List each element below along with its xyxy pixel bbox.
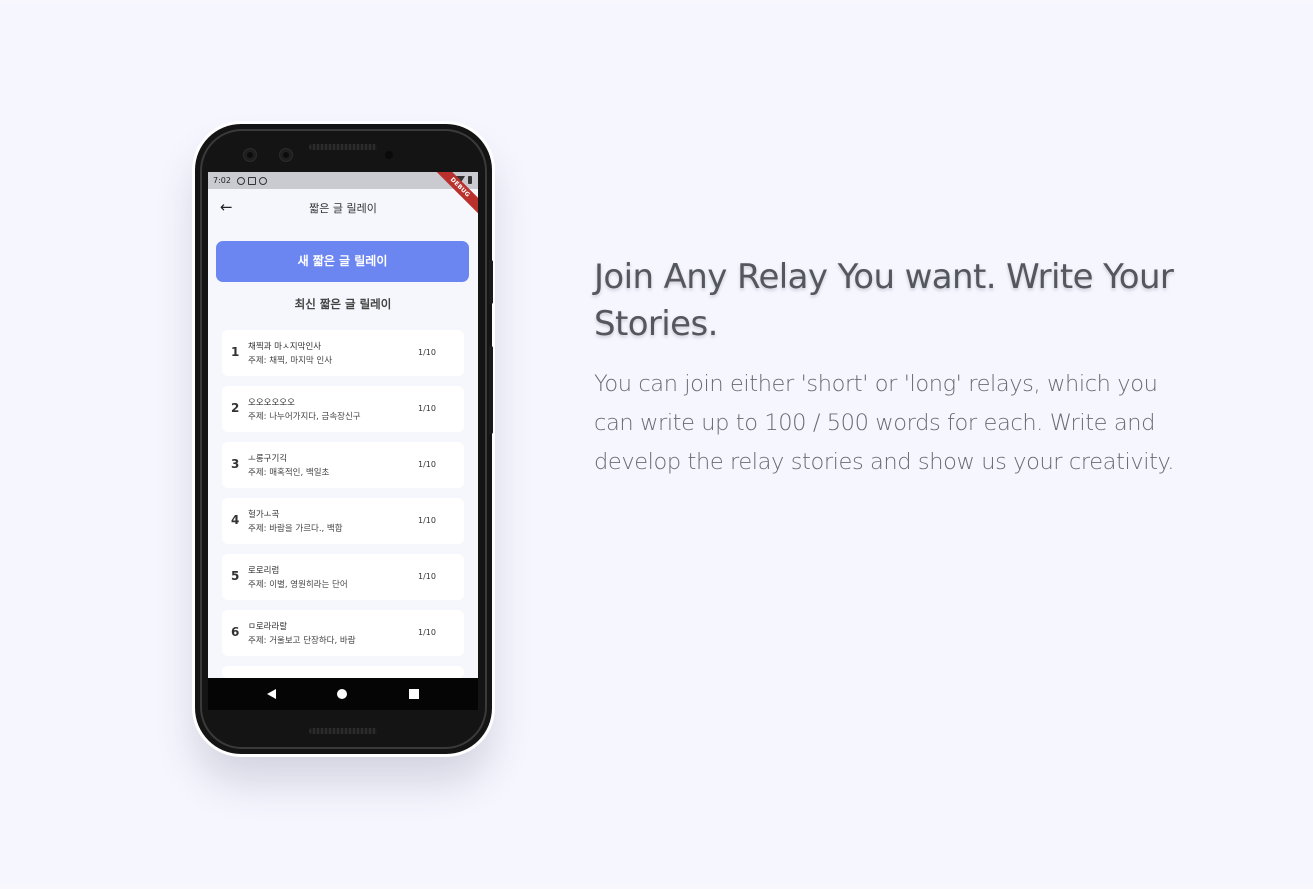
status-time: 7:02	[213, 176, 231, 185]
relay-number: 6	[231, 625, 240, 639]
relay-title: 오오오오오오	[248, 398, 295, 408]
notification-circle-icon	[258, 176, 267, 185]
relay-list-item[interactable]: 6 ㅁ로라라랄 주제: 거울보고 단장하다, 바람 1/10	[222, 610, 464, 656]
relay-title: 채찍과 마ㅅ지막인사	[248, 342, 322, 352]
relay-number: 2	[231, 401, 240, 415]
arrow-left-icon[interactable]: ←	[220, 199, 236, 215]
relay-topic: 주제: 나누어가지다, 금속장신구	[248, 412, 361, 422]
relay-list-item[interactable]: 5 로로리럼 주제: 이별, 영원히라는 단어 1/10	[222, 554, 464, 600]
new-short-relay-button[interactable]: 새 짧은 글 릴레이	[216, 241, 469, 282]
notification-icons	[236, 176, 267, 185]
status-bar: 7:02 DEBUG	[208, 172, 478, 215]
relay-topic: 주제: 바람을 가르다., 백합	[248, 524, 343, 534]
relay-number: 3	[231, 457, 240, 471]
relay-topic: 주제: 거울보고 단장하다, 바람	[248, 636, 356, 646]
battery-icon	[468, 176, 472, 184]
relay-list-item-partial[interactable]	[222, 666, 464, 678]
app-bar-title: 짧은 글 릴레이	[309, 202, 377, 215]
section-title: 최신 짧은 글 릴레이	[294, 297, 392, 311]
nav-back-icon[interactable]	[266, 689, 276, 699]
volume-button	[489, 260, 493, 304]
relay-title: ㅗ롱구기긱	[248, 454, 288, 464]
relay-list-item[interactable]: 1 채찍과 마ㅅ지막인사 주제: 채찍, 마지막 인사 1/10	[222, 330, 464, 376]
relay-topic: 주제: 채찍, 마지막 인사	[248, 356, 333, 366]
phone-screen: 7:02 DEBUG ← 짧은 글 릴레이 새 짧은 글 릴레이 최신 짧은 글…	[208, 172, 478, 710]
relay-number: 5	[231, 569, 240, 583]
relay-participant-count: 1/10	[418, 460, 436, 469]
feature-headline: Join Any Relay You want. Write Your Stor…	[594, 257, 1174, 344]
relay-list-item[interactable]: 2 오오오오오오 주제: 나누어가지다, 금속장신구 1/10	[222, 386, 464, 432]
relay-number: 4	[231, 513, 240, 527]
bottom-speaker	[309, 728, 377, 734]
front-camera-icon	[279, 148, 293, 162]
front-camera-icon	[243, 148, 257, 162]
earpiece-speaker	[309, 144, 377, 150]
power-button	[489, 346, 493, 434]
relay-list-item[interactable]: 3 ㅗ롱구기긱 주제: 매혹적인, 백일초 1/10	[222, 442, 464, 488]
relay-title: 로로리럼	[248, 566, 280, 576]
relay-topic: 주제: 이별, 영원히라는 단어	[248, 580, 348, 590]
nav-recents-icon[interactable]	[409, 689, 420, 699]
notification-c-icon	[236, 176, 245, 185]
nav-home-icon[interactable]	[337, 689, 348, 699]
relay-participant-count: 1/10	[418, 348, 436, 357]
relay-participant-count: 1/10	[418, 404, 436, 413]
app-bar: ← 짧은 글 릴레이	[208, 189, 478, 227]
notification-image-icon	[247, 176, 256, 185]
relay-participant-count: 1/10	[418, 572, 436, 581]
feature-description: You can join either 'short' or 'long' re…	[594, 371, 1174, 475]
relay-participant-count: 1/10	[418, 628, 436, 637]
proximity-sensor	[385, 151, 393, 159]
phone-mockup: 7:02 DEBUG ← 짧은 글 릴레이 새 짧은 글 릴레이 최신 짧은 글…	[195, 124, 493, 754]
relay-title: ㅁ로라라랄	[248, 622, 288, 632]
android-nav-bar	[208, 678, 478, 710]
relay-title: 헐가ㅗ곡	[248, 510, 280, 520]
relay-topic: 주제: 매혹적인, 백일초	[248, 468, 330, 478]
relay-participant-count: 1/10	[418, 516, 436, 525]
relay-number: 1	[231, 345, 240, 359]
relay-list-item[interactable]: 4 헐가ㅗ곡 주제: 바람을 가르다., 백합 1/10	[222, 498, 464, 544]
